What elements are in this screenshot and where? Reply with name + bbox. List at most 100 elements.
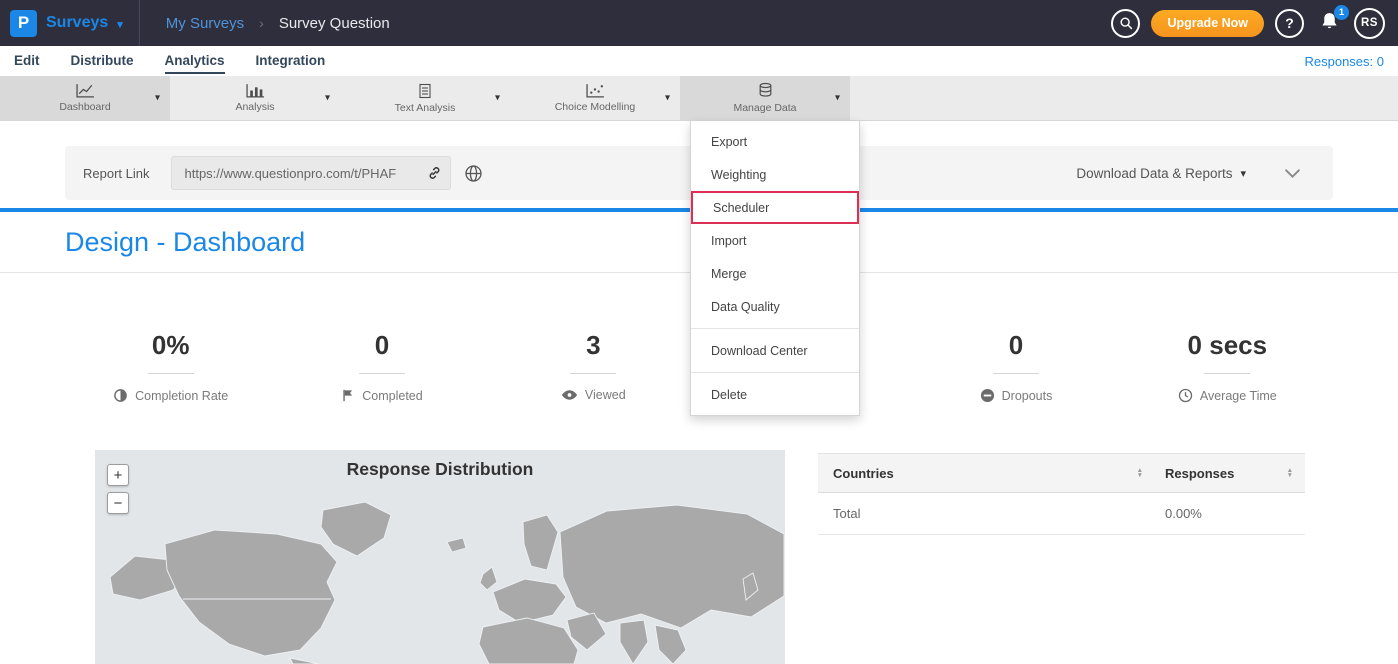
upgrade-now-button[interactable]: Upgrade Now bbox=[1151, 10, 1264, 37]
scatter-chart-icon bbox=[586, 83, 605, 98]
menu-item-data-quality[interactable]: Data Quality bbox=[691, 290, 859, 323]
stat-divider bbox=[1204, 373, 1250, 374]
stat-viewed: 3 Viewed bbox=[488, 330, 699, 403]
text-report-icon bbox=[417, 83, 433, 99]
map-region bbox=[493, 579, 566, 623]
toolbar-item-choice-modelling[interactable]: Choice Modelling ▾ bbox=[510, 76, 680, 120]
column-label: Countries bbox=[833, 466, 894, 481]
toolbar-item-dashboard[interactable]: Dashboard ▾ bbox=[0, 76, 170, 120]
questionpro-logo[interactable]: P bbox=[10, 10, 37, 37]
menu-item-delete[interactable]: Delete bbox=[691, 378, 859, 411]
tab-analytics[interactable]: Analytics bbox=[165, 49, 225, 74]
column-label: Responses bbox=[1165, 466, 1234, 481]
download-data-menu[interactable]: Download Data & Reports ▾ bbox=[1076, 166, 1246, 181]
flag-icon bbox=[341, 388, 355, 403]
globe-icon bbox=[464, 164, 483, 183]
column-header-countries[interactable]: Countries ▲ ▼ bbox=[818, 466, 1155, 481]
notifications-button[interactable]: 1 bbox=[1319, 11, 1343, 35]
report-link-input[interactable] bbox=[171, 156, 451, 190]
stat-label: Dropouts bbox=[1002, 389, 1053, 403]
stat-label: Completed bbox=[362, 389, 422, 403]
caret-down-icon: ▾ bbox=[117, 16, 123, 31]
caret-down-icon[interactable]: ▾ bbox=[325, 93, 330, 104]
stat-dropouts: 0 Dropouts bbox=[910, 330, 1121, 403]
map-region bbox=[290, 658, 319, 664]
stat-label: Completion Rate bbox=[135, 389, 228, 403]
stat-label: Average Time bbox=[1200, 389, 1277, 403]
stat-value: 0 bbox=[375, 330, 389, 361]
toolbar-item-label: Choice Modelling bbox=[555, 101, 636, 113]
world-map[interactable] bbox=[95, 482, 785, 664]
stat-divider bbox=[148, 373, 194, 374]
breadcrumb-current: Survey Question bbox=[279, 15, 390, 32]
globe-button[interactable] bbox=[464, 164, 483, 183]
report-link-input-wrap bbox=[171, 156, 451, 190]
caret-down-icon[interactable]: ▾ bbox=[835, 93, 840, 104]
tab-distribute[interactable]: Distribute bbox=[71, 49, 134, 74]
map-region bbox=[479, 618, 578, 664]
map-region bbox=[480, 567, 497, 590]
countries-table: Countries ▲ ▼ Responses ▲ ▼ Total 0.00% bbox=[818, 453, 1305, 535]
toolbar-item-text-analysis[interactable]: Text Analysis ▾ bbox=[340, 76, 510, 120]
map-title: Response Distribution bbox=[95, 459, 785, 480]
database-icon bbox=[757, 82, 774, 99]
nav-tabs: Edit Distribute Analytics Integration bbox=[14, 49, 325, 74]
toolbar-item-analysis[interactable]: Analysis ▾ bbox=[170, 76, 340, 120]
zoom-in-button[interactable]: + bbox=[107, 464, 129, 486]
menu-item-weighting[interactable]: Weighting bbox=[691, 158, 859, 191]
toolbar-item-label: Text Analysis bbox=[395, 102, 456, 114]
tab-integration[interactable]: Integration bbox=[256, 49, 326, 74]
menu-item-scheduler[interactable]: Scheduler bbox=[691, 191, 859, 224]
toolbar-item-label: Dashboard bbox=[59, 101, 110, 113]
breadcrumb: My Surveys › Survey Question bbox=[166, 15, 390, 32]
product-menu[interactable]: Surveys ▾ bbox=[46, 14, 123, 32]
help-button[interactable]: ? bbox=[1275, 9, 1304, 38]
menu-item-export[interactable]: Export bbox=[691, 125, 859, 158]
menu-item-import[interactable]: Import bbox=[691, 224, 859, 257]
stat-completed: 0 Completed bbox=[276, 330, 487, 403]
menu-item-merge[interactable]: Merge bbox=[691, 257, 859, 290]
map-region bbox=[620, 620, 648, 664]
stat-average-time: 0 secs Average Time bbox=[1122, 330, 1333, 403]
eye-icon bbox=[561, 389, 578, 401]
download-data-label: Download Data & Reports bbox=[1076, 166, 1232, 181]
product-menu-label: Surveys bbox=[46, 14, 108, 32]
sort-desc-icon: ▼ bbox=[1137, 473, 1143, 479]
caret-down-icon[interactable]: ▾ bbox=[495, 93, 500, 104]
stat-value: 0% bbox=[152, 330, 190, 361]
toolbar-item-label: Analysis bbox=[235, 101, 274, 113]
caret-down-icon[interactable]: ▾ bbox=[155, 93, 160, 104]
bar-chart-icon bbox=[246, 83, 265, 98]
map-region bbox=[560, 505, 784, 628]
column-header-responses[interactable]: Responses ▲ ▼ bbox=[1155, 466, 1305, 481]
table-header-row: Countries ▲ ▼ Responses ▲ ▼ bbox=[818, 453, 1305, 493]
minus-circle-icon bbox=[980, 388, 995, 403]
toolbar-item-manage-data[interactable]: Manage Data ▾ bbox=[680, 76, 850, 120]
map-card: Response Distribution + − bbox=[95, 450, 785, 664]
breadcrumb-parent[interactable]: My Surveys bbox=[166, 15, 244, 32]
sort-icon[interactable]: ▲ ▼ bbox=[1287, 468, 1293, 479]
search-button[interactable] bbox=[1111, 9, 1140, 38]
toolbar-item-label: Manage Data bbox=[733, 102, 796, 114]
menu-divider bbox=[691, 328, 859, 329]
map-region bbox=[321, 502, 391, 556]
stat-value: 3 bbox=[586, 330, 600, 361]
topbar-separator bbox=[139, 0, 140, 46]
cell-country: Total bbox=[818, 506, 1155, 521]
avatar[interactable]: RS bbox=[1354, 8, 1385, 39]
link-icon[interactable] bbox=[427, 166, 442, 181]
survey-nav: Edit Distribute Analytics Integration Re… bbox=[0, 46, 1398, 76]
report-link-label: Report Link bbox=[83, 166, 149, 181]
collapse-chevron-button[interactable] bbox=[1284, 168, 1301, 179]
table-row: Total 0.00% bbox=[818, 493, 1305, 535]
caret-down-icon[interactable]: ▾ bbox=[665, 93, 670, 104]
sort-icon[interactable]: ▲ ▼ bbox=[1137, 468, 1143, 479]
zoom-out-button[interactable]: − bbox=[107, 492, 129, 514]
menu-item-download-center[interactable]: Download Center bbox=[691, 334, 859, 367]
responses-counter[interactable]: Responses: 0 bbox=[1305, 54, 1385, 69]
stat-value: 0 bbox=[1009, 330, 1023, 361]
topbar-actions: Upgrade Now ? 1 RS bbox=[1111, 8, 1385, 39]
analytics-toolbar: Dashboard ▾ Analysis ▾ Text Analysis ▾ C… bbox=[0, 76, 1398, 121]
tab-edit[interactable]: Edit bbox=[14, 49, 40, 74]
breadcrumb-separator-icon: › bbox=[259, 15, 264, 31]
